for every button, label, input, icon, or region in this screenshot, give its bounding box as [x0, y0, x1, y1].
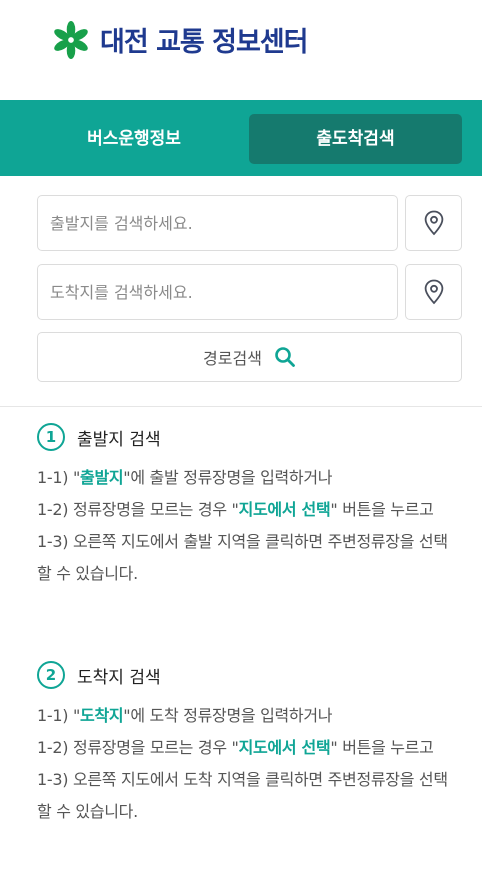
- search-icon: [275, 347, 295, 367]
- map-pin-icon: [424, 210, 443, 236]
- site-title: 대전 교통 정보센터: [100, 27, 309, 58]
- highlight-text: 도착지: [80, 706, 124, 725]
- logo[interactable]: 대전 교통 정보센터: [52, 20, 309, 59]
- guide-title-row: 2 도착지 검색: [37, 660, 462, 690]
- guide-title: 출발지 검색: [77, 429, 161, 450]
- map-pin-icon: [424, 279, 443, 305]
- origin-map-button[interactable]: [405, 195, 462, 251]
- guide-step: 1-1) "출발지"에 출발 정류장명을 입력하거나: [37, 468, 333, 487]
- origin-input[interactable]: [38, 196, 397, 250]
- route-search-label: 경로검색: [203, 349, 262, 368]
- header: 대전 교통 정보센터: [0, 0, 482, 100]
- route-search-button[interactable]: 경로검색: [37, 332, 462, 382]
- guide-title-row: 1 출발지 검색: [37, 422, 462, 452]
- destination-map-button[interactable]: [405, 264, 462, 320]
- tab-bar: 버스운행정보 출도착검색: [0, 100, 482, 176]
- highlight-text: 지도에서 선택: [238, 738, 331, 757]
- tab-route-search[interactable]: 출도착검색: [249, 114, 462, 164]
- guide-step: 1-3) 오른쪽 지도에서 출발 지역을 클릭하면 주변정류장을 선택할 수 있…: [37, 532, 448, 583]
- destination-input[interactable]: [38, 265, 397, 319]
- origin-field[interactable]: [37, 195, 398, 251]
- guide-title: 도착지 검색: [77, 667, 161, 688]
- guide-origin: 1 출발지 검색 1-1) "출발지"에 출발 정류장명을 입력하거나 1-2)…: [37, 422, 462, 590]
- highlight-text: 출발지: [80, 468, 124, 487]
- guide-step: 1-2) 정류장명을 모르는 경우 "지도에서 선택" 버튼을 누르고: [37, 738, 434, 757]
- guide-step: 1-3) 오른쪽 지도에서 도착 지역을 클릭하면 주변정류장을 선택할 수 있…: [37, 770, 448, 821]
- guide-step: 1-1) "도착지"에 도착 정류장명을 입력하거나: [37, 706, 333, 725]
- guide-steps: 1-1) "도착지"에 도착 정류장명을 입력하거나 1-2) 정류장명을 모르…: [37, 700, 462, 828]
- step-number-badge: 1: [37, 423, 65, 451]
- divider: [0, 406, 482, 407]
- logo-mark-icon: [54, 20, 88, 59]
- highlight-text: 지도에서 선택: [238, 500, 331, 519]
- tab-bus-operation[interactable]: 버스운행정보: [36, 114, 232, 164]
- guide-destination: 2 도착지 검색 1-1) "도착지"에 도착 정류장명을 입력하거나 1-2)…: [37, 660, 462, 828]
- step-number-badge: 2: [37, 661, 65, 689]
- guide-step: 1-2) 정류장명을 모르는 경우 "지도에서 선택" 버튼을 누르고: [37, 500, 434, 519]
- guide-steps: 1-1) "출발지"에 출발 정류장명을 입력하거나 1-2) 정류장명을 모르…: [37, 462, 462, 590]
- destination-field[interactable]: [37, 264, 398, 320]
